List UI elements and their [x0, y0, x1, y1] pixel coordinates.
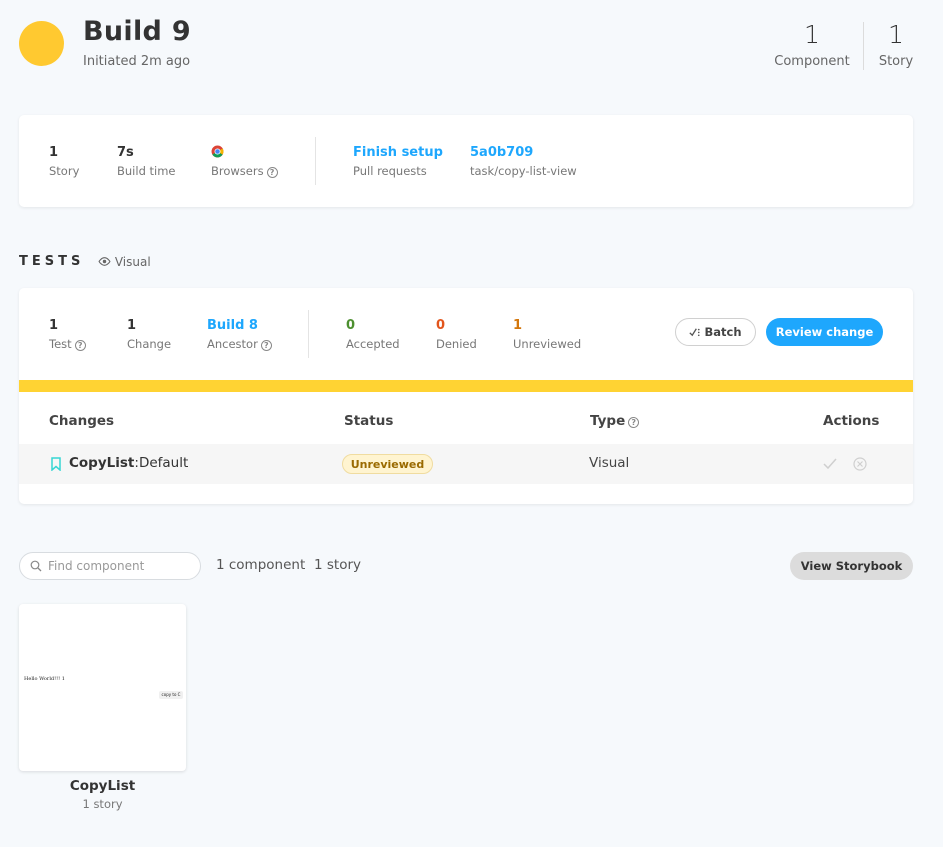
ancestor-info: Build 8 Ancestor? [207, 318, 272, 351]
header-divider [863, 22, 864, 70]
story-count-value: 1 [888, 20, 904, 49]
accepted-info: 0 Accepted [346, 318, 400, 351]
review-change-button[interactable]: Review change [766, 318, 883, 346]
batch-button[interactable]: Batch [675, 318, 756, 346]
status-badge: Unreviewed [342, 454, 433, 474]
change-type: Visual [589, 455, 630, 471]
thumbnail-preview-button: copy to C [159, 691, 183, 699]
summary-divider [308, 310, 309, 358]
tests-mode: Visual [98, 255, 151, 269]
search-input[interactable] [48, 558, 193, 574]
component-count-text: 1 component [216, 557, 306, 573]
accepted-value: 0 [346, 318, 356, 333]
unreviewed-info: 1 Unreviewed [513, 318, 581, 351]
component-card-name[interactable]: CopyList [19, 778, 186, 794]
accepted-label: Accepted [346, 337, 400, 351]
component-count-stat[interactable]: 1 Component [771, 20, 853, 69]
pull-requests-info: Finish setup Pull requests [353, 145, 443, 178]
story-count-text: 1 story [314, 557, 362, 573]
search-icon [30, 560, 42, 572]
component-count-value: 1 [804, 20, 820, 49]
chrome-icon [211, 145, 224, 158]
change-component-name: CopyList [69, 455, 135, 471]
test-count-label: Test [49, 337, 72, 351]
test-count-value: 1 [49, 318, 59, 333]
build-story-info: 1 Story [49, 145, 79, 178]
help-icon[interactable]: ? [260, 340, 272, 351]
unreviewed-label: Unreviewed [513, 337, 582, 351]
change-story-name: Default [138, 455, 189, 471]
change-count-info: 1 Change [127, 318, 171, 351]
component-count-label: Component [774, 54, 850, 69]
type-column-header: Type? [590, 413, 640, 429]
story-count-stat[interactable]: 1 Story [872, 20, 920, 69]
accept-icon[interactable] [823, 458, 837, 470]
finish-setup-link[interactable]: Finish setup [353, 145, 443, 161]
batch-label: Batch [704, 325, 742, 339]
change-count-label: Change [127, 337, 172, 351]
help-icon[interactable]: ? [628, 417, 640, 428]
eye-icon [98, 257, 111, 266]
thumbnail-preview-text: Hello World!!! 1 [24, 676, 65, 682]
denied-label: Denied [436, 337, 477, 351]
build-time-info: 7s Build time [117, 145, 176, 178]
browsers-label: Browsers [211, 164, 264, 178]
info-divider [315, 137, 316, 185]
unreviewed-value: 1 [513, 318, 523, 333]
actions-column-header: Actions [823, 413, 880, 429]
commit-link[interactable]: 5a0b709 [470, 145, 577, 161]
changes-column-header: Changes [49, 413, 115, 429]
help-icon[interactable]: ? [266, 167, 278, 178]
browsers-info[interactable]: Browsers? [211, 145, 278, 178]
test-count-info: 1 Test? [49, 318, 86, 351]
component-thumbnail[interactable]: Hello World!!! 1 copy to C [19, 604, 186, 771]
denied-value: 0 [436, 318, 446, 333]
build-status-indicator [19, 21, 64, 66]
branch-label: task/copy-list-view [470, 164, 577, 178]
build-time-label: Build time [117, 164, 176, 178]
deny-icon[interactable] [853, 457, 867, 471]
tests-mode-label: Visual [114, 255, 151, 269]
review-status-bar [19, 380, 913, 392]
pull-requests-label: Pull requests [353, 164, 427, 178]
build-story-label: Story [49, 164, 80, 178]
help-icon[interactable]: ? [74, 340, 86, 351]
status-column-header: Status [344, 413, 394, 429]
batch-check-icon [689, 328, 701, 337]
change-name[interactable]: CopyList:Default [69, 455, 188, 471]
component-card-stories: 1 story [82, 797, 123, 811]
type-header-label: Type [590, 413, 626, 429]
bookmark-icon [51, 457, 61, 471]
change-count-value: 1 [127, 318, 137, 333]
build-story-value: 1 [49, 145, 59, 160]
build-time-value: 7s [117, 145, 134, 160]
commit-info: 5a0b709 task/copy-list-view [470, 145, 577, 178]
denied-info: 0 Denied [436, 318, 477, 351]
build-initiated-time: Initiated 2m ago [83, 54, 191, 69]
ancestor-label: Ancestor [207, 337, 258, 351]
tests-heading: TESTS [19, 254, 85, 269]
story-count-label: Story [878, 54, 914, 69]
ancestor-build-link[interactable]: Build 8 [207, 318, 272, 334]
component-search[interactable] [19, 552, 201, 580]
view-storybook-button[interactable]: View Storybook [790, 552, 913, 580]
build-title: Build 9 [83, 16, 191, 47]
